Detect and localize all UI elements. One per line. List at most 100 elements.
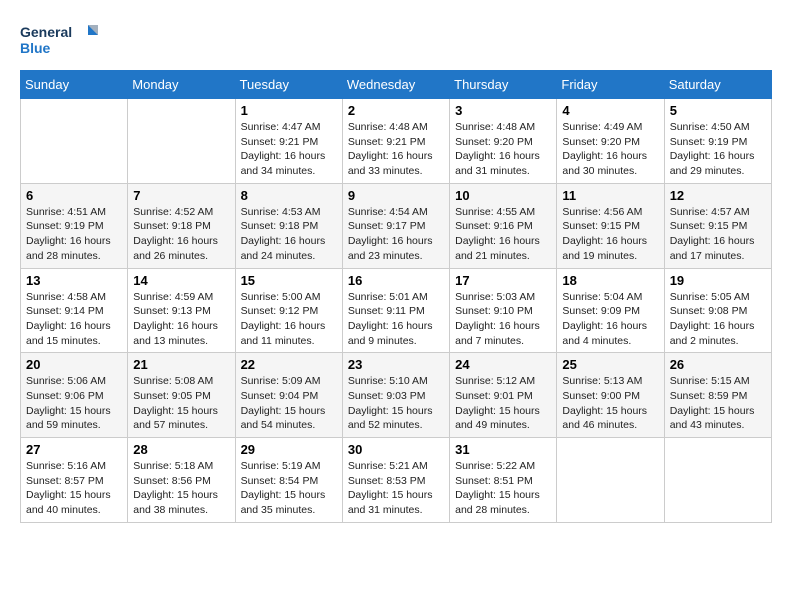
day-info: Sunrise: 4:55 AMSunset: 9:16 PMDaylight:… xyxy=(455,205,551,264)
day-info: Sunrise: 5:00 AMSunset: 9:12 PMDaylight:… xyxy=(241,290,337,349)
day-info: Sunrise: 5:15 AMSunset: 8:59 PMDaylight:… xyxy=(670,374,766,433)
calendar-cell: 27 Sunrise: 5:16 AMSunset: 8:57 PMDayligh… xyxy=(21,438,128,523)
day-number: 3 xyxy=(455,103,551,118)
day-number: 25 xyxy=(562,357,658,372)
svg-text:Blue: Blue xyxy=(20,40,51,56)
header-day-friday: Friday xyxy=(557,71,664,99)
calendar-cell: 2Sunrise: 4:48 AMSunset: 9:21 PMDaylight… xyxy=(342,99,449,184)
calendar-cell: 20 Sunrise: 5:06 AMSunset: 9:06 PMDayligh… xyxy=(21,353,128,438)
calendar-week-row: 20 Sunrise: 5:06 AMSunset: 9:06 PMDayligh… xyxy=(21,353,772,438)
calendar-cell: 12 Sunrise: 4:57 AMSunset: 9:15 PMDayligh… xyxy=(664,183,771,268)
calendar-cell xyxy=(21,99,128,184)
day-number: 24 xyxy=(455,357,551,372)
day-info: Sunrise: 5:22 AMSunset: 8:51 PMDaylight:… xyxy=(455,459,551,518)
calendar-cell: 31 Sunrise: 5:22 AMSunset: 8:51 PMDayligh… xyxy=(450,438,557,523)
day-info: Sunrise: 5:12 AMSunset: 9:01 PMDaylight:… xyxy=(455,374,551,433)
day-info: Sunrise: 4:56 AMSunset: 9:15 PMDaylight:… xyxy=(562,205,658,264)
calendar-cell: 25 Sunrise: 5:13 AMSunset: 9:00 PMDayligh… xyxy=(557,353,664,438)
calendar-cell: 13 Sunrise: 4:58 AMSunset: 9:14 PMDayligh… xyxy=(21,268,128,353)
calendar-cell xyxy=(128,99,235,184)
day-number: 1 xyxy=(241,103,337,118)
page-header: General Blue xyxy=(20,20,772,60)
calendar-cell: 7 Sunrise: 4:52 AMSunset: 9:18 PMDaylight… xyxy=(128,183,235,268)
calendar-week-row: 27 Sunrise: 5:16 AMSunset: 8:57 PMDayligh… xyxy=(21,438,772,523)
day-info: Sunrise: 5:03 AMSunset: 9:10 PMDaylight:… xyxy=(455,290,551,349)
header-day-thursday: Thursday xyxy=(450,71,557,99)
day-info: Sunrise: 5:19 AMSunset: 8:54 PMDaylight:… xyxy=(241,459,337,518)
day-number: 19 xyxy=(670,273,766,288)
calendar-week-row: 13 Sunrise: 4:58 AMSunset: 9:14 PMDayligh… xyxy=(21,268,772,353)
day-number: 5 xyxy=(670,103,766,118)
calendar-week-row: 1 Sunrise: 4:47 AMSunset: 9:21 PMDaylight… xyxy=(21,99,772,184)
day-info: Sunrise: 5:09 AMSunset: 9:04 PMDaylight:… xyxy=(241,374,337,433)
calendar-cell: 23 Sunrise: 5:10 AMSunset: 9:03 PMDayligh… xyxy=(342,353,449,438)
calendar-cell: 1 Sunrise: 4:47 AMSunset: 9:21 PMDaylight… xyxy=(235,99,342,184)
calendar-cell: 4 Sunrise: 4:49 AMSunset: 9:20 PMDaylight… xyxy=(557,99,664,184)
calendar-cell: 3Sunrise: 4:48 AMSunset: 9:20 PMDaylight… xyxy=(450,99,557,184)
calendar-cell xyxy=(664,438,771,523)
day-info: Sunrise: 4:58 AMSunset: 9:14 PMDaylight:… xyxy=(26,290,122,349)
day-info: Sunrise: 4:51 AMSunset: 9:19 PMDaylight:… xyxy=(26,205,122,264)
day-number: 6 xyxy=(26,188,122,203)
day-info: Sunrise: 4:59 AMSunset: 9:13 PMDaylight:… xyxy=(133,290,229,349)
day-number: 9 xyxy=(348,188,444,203)
header-day-monday: Monday xyxy=(128,71,235,99)
day-number: 18 xyxy=(562,273,658,288)
calendar-cell: 17 Sunrise: 5:03 AMSunset: 9:10 PMDayligh… xyxy=(450,268,557,353)
calendar-table: SundayMondayTuesdayWednesdayThursdayFrid… xyxy=(20,70,772,523)
day-number: 16 xyxy=(348,273,444,288)
day-number: 21 xyxy=(133,357,229,372)
day-number: 13 xyxy=(26,273,122,288)
calendar-cell: 29Sunrise: 5:19 AMSunset: 8:54 PMDayligh… xyxy=(235,438,342,523)
calendar-cell: 10Sunrise: 4:55 AMSunset: 9:16 PMDayligh… xyxy=(450,183,557,268)
calendar-cell: 14 Sunrise: 4:59 AMSunset: 9:13 PMDayligh… xyxy=(128,268,235,353)
logo: General Blue xyxy=(20,20,100,60)
day-number: 27 xyxy=(26,442,122,457)
calendar-cell: 6 Sunrise: 4:51 AMSunset: 9:19 PMDaylight… xyxy=(21,183,128,268)
calendar-cell: 22 Sunrise: 5:09 AMSunset: 9:04 PMDayligh… xyxy=(235,353,342,438)
calendar-cell: 21 Sunrise: 5:08 AMSunset: 9:05 PMDayligh… xyxy=(128,353,235,438)
day-number: 22 xyxy=(241,357,337,372)
header-day-sunday: Sunday xyxy=(21,71,128,99)
calendar-cell: 9 Sunrise: 4:54 AMSunset: 9:17 PMDaylight… xyxy=(342,183,449,268)
day-number: 28 xyxy=(133,442,229,457)
day-info: Sunrise: 5:01 AMSunset: 9:11 PMDaylight:… xyxy=(348,290,444,349)
day-number: 20 xyxy=(26,357,122,372)
day-info: Sunrise: 5:10 AMSunset: 9:03 PMDaylight:… xyxy=(348,374,444,433)
calendar-cell: 28 Sunrise: 5:18 AMSunset: 8:56 PMDayligh… xyxy=(128,438,235,523)
logo-svg: General Blue xyxy=(20,20,100,60)
day-number: 12 xyxy=(670,188,766,203)
day-number: 11 xyxy=(562,188,658,203)
calendar-header-row: SundayMondayTuesdayWednesdayThursdayFrid… xyxy=(21,71,772,99)
day-info: Sunrise: 4:57 AMSunset: 9:15 PMDaylight:… xyxy=(670,205,766,264)
calendar-cell: 8Sunrise: 4:53 AMSunset: 9:18 PMDaylight… xyxy=(235,183,342,268)
calendar-cell: 24 Sunrise: 5:12 AMSunset: 9:01 PMDayligh… xyxy=(450,353,557,438)
calendar-cell: 11 Sunrise: 4:56 AMSunset: 9:15 PMDayligh… xyxy=(557,183,664,268)
day-info: Sunrise: 5:16 AMSunset: 8:57 PMDaylight:… xyxy=(26,459,122,518)
day-info: Sunrise: 5:08 AMSunset: 9:05 PMDaylight:… xyxy=(133,374,229,433)
day-number: 14 xyxy=(133,273,229,288)
day-info: Sunrise: 5:18 AMSunset: 8:56 PMDaylight:… xyxy=(133,459,229,518)
day-number: 31 xyxy=(455,442,551,457)
calendar-cell: 26Sunrise: 5:15 AMSunset: 8:59 PMDayligh… xyxy=(664,353,771,438)
day-info: Sunrise: 5:13 AMSunset: 9:00 PMDaylight:… xyxy=(562,374,658,433)
day-info: Sunrise: 4:48 AMSunset: 9:21 PMDaylight:… xyxy=(348,120,444,179)
day-info: Sunrise: 4:47 AMSunset: 9:21 PMDaylight:… xyxy=(241,120,337,179)
header-day-tuesday: Tuesday xyxy=(235,71,342,99)
day-number: 23 xyxy=(348,357,444,372)
day-info: Sunrise: 5:06 AMSunset: 9:06 PMDaylight:… xyxy=(26,374,122,433)
day-info: Sunrise: 5:21 AMSunset: 8:53 PMDaylight:… xyxy=(348,459,444,518)
day-info: Sunrise: 4:50 AMSunset: 9:19 PMDaylight:… xyxy=(670,120,766,179)
day-info: Sunrise: 4:54 AMSunset: 9:17 PMDaylight:… xyxy=(348,205,444,264)
day-info: Sunrise: 4:49 AMSunset: 9:20 PMDaylight:… xyxy=(562,120,658,179)
day-info: Sunrise: 4:52 AMSunset: 9:18 PMDaylight:… xyxy=(133,205,229,264)
day-number: 4 xyxy=(562,103,658,118)
day-number: 8 xyxy=(241,188,337,203)
header-day-saturday: Saturday xyxy=(664,71,771,99)
day-number: 17 xyxy=(455,273,551,288)
day-number: 7 xyxy=(133,188,229,203)
day-number: 30 xyxy=(348,442,444,457)
day-info: Sunrise: 5:04 AMSunset: 9:09 PMDaylight:… xyxy=(562,290,658,349)
calendar-cell: 5 Sunrise: 4:50 AMSunset: 9:19 PMDaylight… xyxy=(664,99,771,184)
day-number: 15 xyxy=(241,273,337,288)
